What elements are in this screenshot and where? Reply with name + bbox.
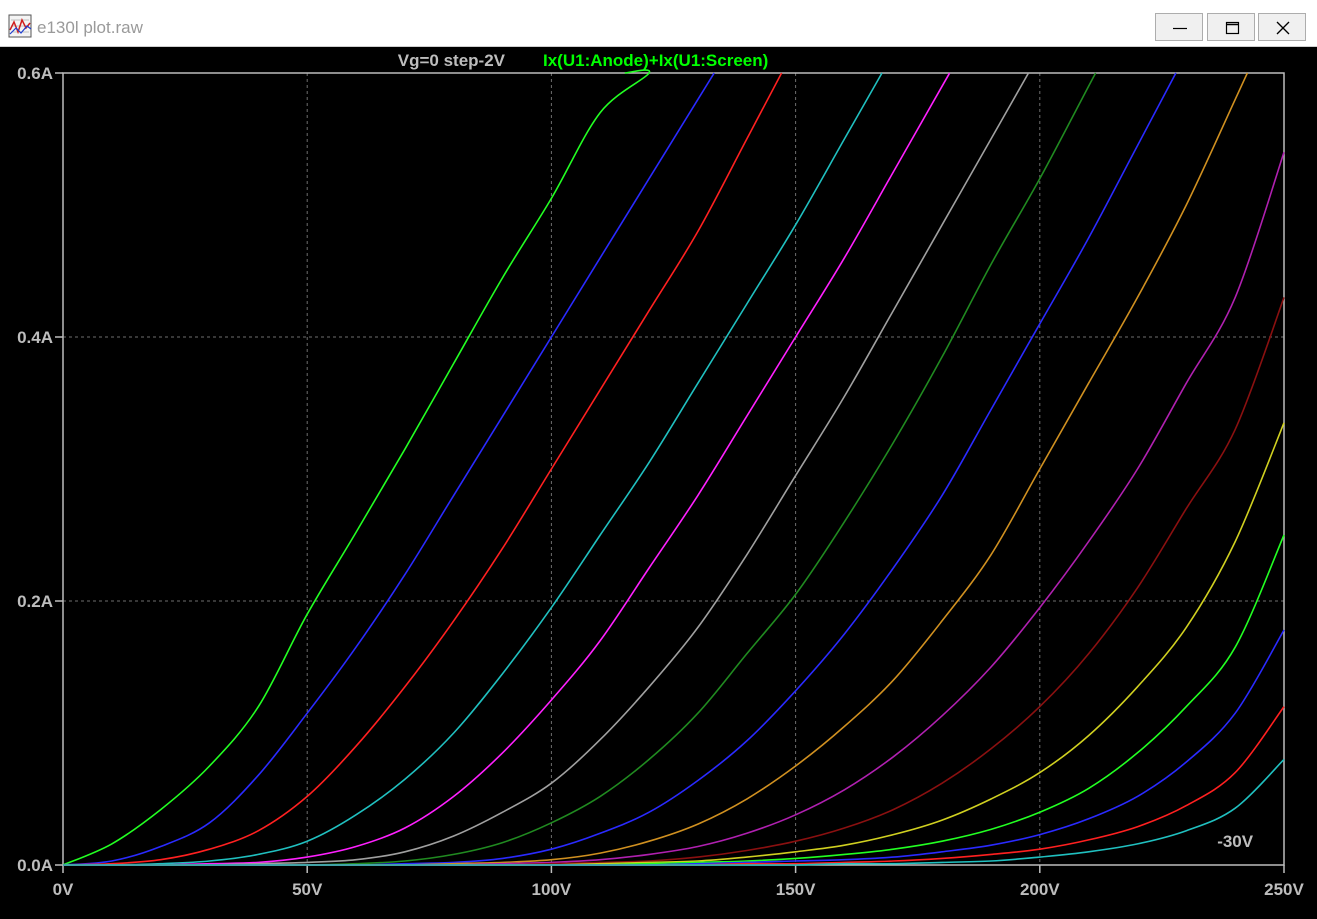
x-tick-label: 150V bbox=[776, 880, 816, 899]
chart-title-step: Vg=0 step-2V bbox=[398, 51, 506, 70]
minimize-button[interactable] bbox=[1155, 13, 1203, 41]
y-tick-label: 0.4A bbox=[17, 328, 53, 347]
minimize-icon bbox=[1173, 27, 1187, 30]
close-button[interactable] bbox=[1258, 13, 1306, 41]
plot-waveform-icon bbox=[8, 14, 34, 40]
window-title: e130l plot.raw bbox=[37, 18, 143, 37]
annotation-label: -30V bbox=[1217, 832, 1254, 851]
x-tick-label: 250V bbox=[1264, 880, 1304, 899]
x-tick-label: 50V bbox=[292, 880, 323, 899]
y-tick-label: 0.2A bbox=[17, 592, 53, 611]
x-tick-label: 200V bbox=[1020, 880, 1060, 899]
x-tick-label: 100V bbox=[532, 880, 572, 899]
close-icon bbox=[1276, 21, 1290, 35]
y-tick-label: 0.6A bbox=[17, 64, 53, 83]
chart-title-trace[interactable]: Ix(U1:Anode)+Ix(U1:Screen) bbox=[543, 51, 768, 70]
maximize-icon bbox=[1225, 21, 1240, 35]
plot-background bbox=[0, 47, 1317, 919]
maximize-button[interactable] bbox=[1207, 13, 1255, 41]
y-tick-label: 0.0A bbox=[17, 856, 53, 875]
window-titlebar[interactable]: e130l plot.raw bbox=[0, 0, 1317, 47]
plot-pane[interactable]: Vg=0 step-2V Ix(U1:Anode)+Ix(U1:Screen) … bbox=[0, 47, 1317, 919]
tube-characteristic-chart[interactable]: Vg=0 step-2V Ix(U1:Anode)+Ix(U1:Screen) … bbox=[0, 47, 1317, 919]
x-tick-label: 0V bbox=[53, 880, 74, 899]
